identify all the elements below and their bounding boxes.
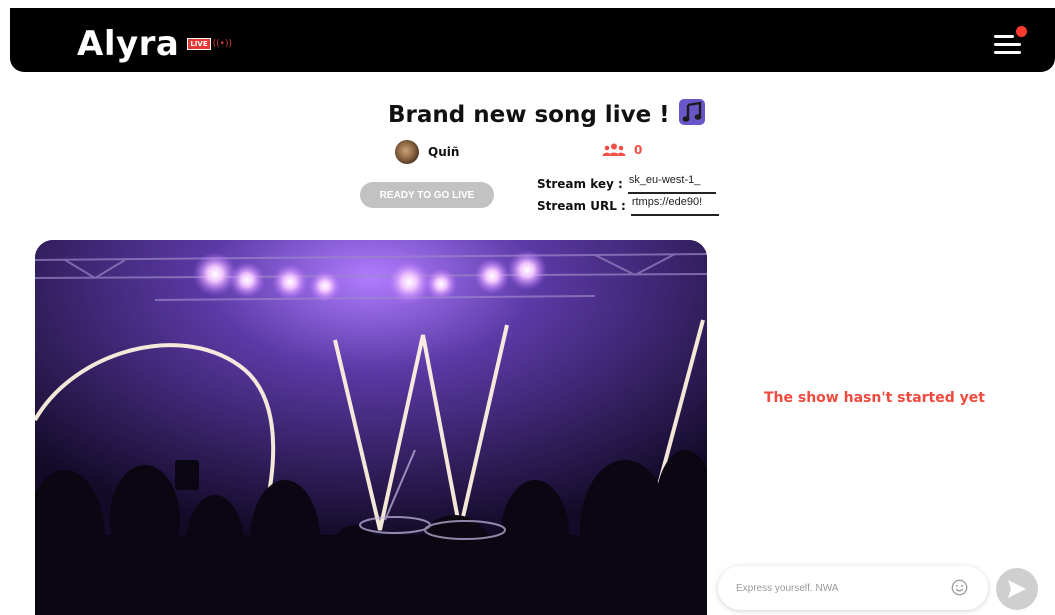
broadcast-icon: ((•)) — [212, 39, 232, 49]
stream-url-row: Stream URL : rtmps://ede90! — [537, 196, 719, 216]
send-arrow-icon — [1008, 580, 1026, 598]
stream-title: Brand new song live ! — [388, 98, 706, 132]
viewers-count: 0 — [634, 143, 643, 157]
music-note-icon — [678, 98, 706, 132]
chat-input-container — [718, 566, 988, 610]
top-navbar: Alyra LIVE ((•)) — [10, 8, 1055, 72]
ready-to-go-live-button[interactable]: READY TO GO LIVE — [360, 182, 494, 208]
chat-message-input[interactable] — [734, 581, 938, 595]
show-not-started-message: The show hasn't started yet — [764, 390, 985, 406]
smiley-icon[interactable] — [951, 579, 968, 596]
app-logo[interactable]: Alyra LIVE ((•)) — [77, 26, 232, 62]
notification-dot — [1016, 26, 1027, 37]
concert-stage-image — [35, 240, 707, 615]
live-badge-label: LIVE — [187, 38, 211, 50]
avatar — [395, 140, 419, 164]
hamburger-menu-icon[interactable] — [994, 26, 1028, 60]
stream-key-row: Stream key : sk_eu-west-1_ — [537, 174, 716, 194]
stream-url-label: Stream URL : — [537, 199, 626, 213]
live-badge: LIVE ((•)) — [187, 38, 232, 50]
stream-url-field[interactable]: rtmps://ede90! — [630, 196, 719, 216]
stream-key-field[interactable]: sk_eu-west-1_ — [627, 174, 716, 194]
users-icon — [602, 143, 626, 156]
author-name: Quiñ — [428, 145, 460, 159]
stream-title-text: Brand new song live ! — [388, 102, 670, 128]
logo-text: Alyra — [77, 24, 180, 64]
video-player[interactable] — [35, 240, 707, 615]
stream-key-label: Stream key : — [537, 177, 623, 191]
viewer-count: 0 — [602, 143, 642, 157]
send-button[interactable] — [996, 568, 1038, 610]
stream-author[interactable]: Quiñ — [395, 140, 459, 164]
